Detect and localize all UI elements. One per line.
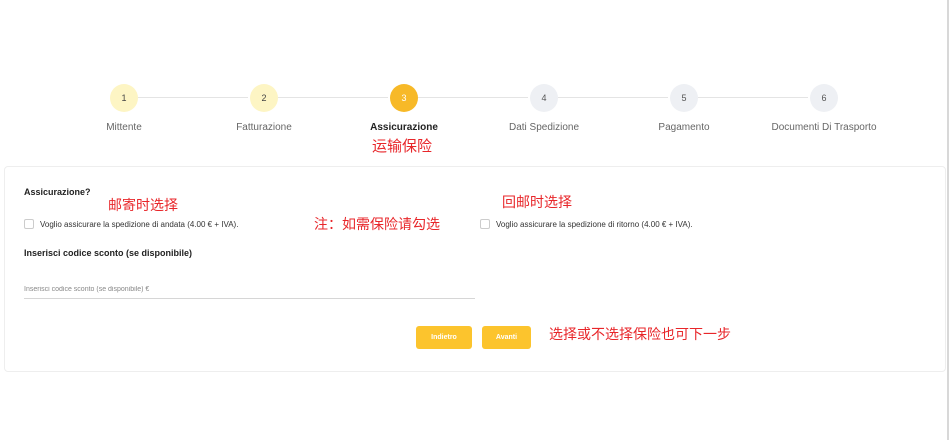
step-mittente[interactable]: 1 Mittente	[44, 84, 204, 133]
annotation-outbound: 邮寄时选择	[108, 198, 178, 214]
step-assicurazione[interactable]: 3 Assicurazione	[324, 84, 484, 133]
step-label: Fatturazione	[236, 122, 292, 133]
step-fatturazione[interactable]: 2 Fatturazione	[184, 84, 344, 133]
step-pagamento[interactable]: 5 Pagamento	[604, 84, 764, 133]
outbound-insurance-label: Voglio assicurare la spedizione di andat…	[40, 219, 239, 229]
step-number: 3	[390, 84, 418, 112]
progress-stepper: 1 Mittente 2 Fatturazione 3 Assicurazion…	[0, 0, 949, 160]
return-insurance-label: Voglio assicurare la spedizione di ritor…	[496, 219, 693, 229]
step-number: 4	[530, 84, 558, 112]
step-dati-spedizione[interactable]: 4 Dati Spedizione	[464, 84, 624, 133]
insurance-question: Assicurazione?	[24, 187, 91, 197]
next-button[interactable]: Avanti	[482, 326, 531, 349]
annotation-return: 回邮时选择	[502, 195, 572, 211]
annotation-tick-note: 注：如需保险请勾选	[314, 217, 440, 233]
step-label: Pagamento	[658, 122, 710, 133]
step-label: Documenti Di Trasporto	[771, 122, 877, 133]
outbound-insurance-option[interactable]: Voglio assicurare la spedizione di andat…	[24, 219, 238, 229]
annotation-step3: 运输保险	[372, 137, 433, 155]
outbound-insurance-checkbox[interactable]	[24, 219, 34, 229]
annotation-next-step: 选择或不选择保险也可下一步	[549, 327, 731, 343]
step-documenti-di-trasporto[interactable]: 6 Documenti Di Trasporto	[744, 84, 904, 133]
step-label: Dati Spedizione	[508, 122, 580, 133]
step-number: 1	[110, 84, 138, 112]
step-label: Assicurazione	[370, 122, 438, 133]
back-button[interactable]: Indietro	[416, 326, 472, 349]
discount-code-input[interactable]	[24, 281, 475, 299]
return-insurance-checkbox[interactable]	[480, 219, 490, 229]
step-number: 6	[810, 84, 838, 112]
step-label: Mittente	[106, 122, 142, 133]
step-number: 5	[670, 84, 698, 112]
step-number: 2	[250, 84, 278, 112]
return-insurance-option[interactable]: Voglio assicurare la spedizione di ritor…	[480, 219, 693, 229]
discount-label: Inserisci codice sconto (se disponibile)	[24, 248, 193, 258]
